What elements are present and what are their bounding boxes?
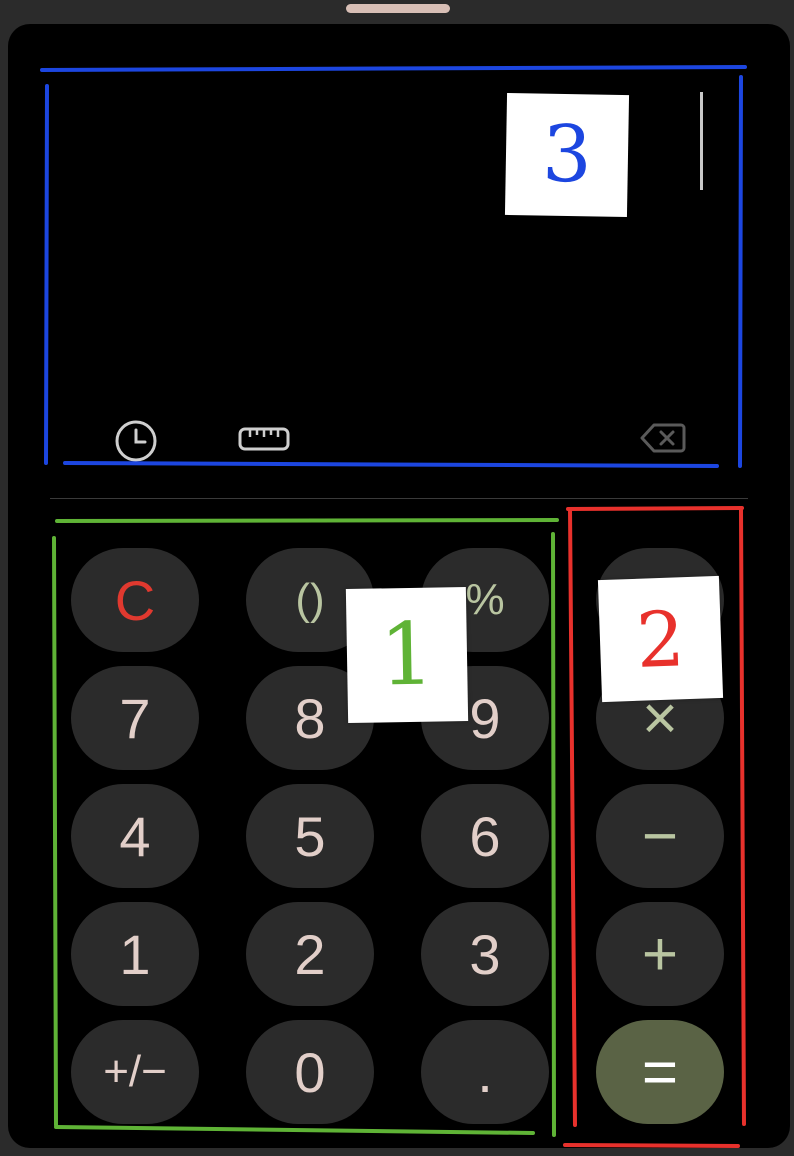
annotation-label-1: 1 <box>345 586 469 724</box>
digit-7-button[interactable]: 7 <box>71 666 199 770</box>
subtract-button[interactable]: − <box>596 784 724 888</box>
equals-button[interactable]: = <box>596 1020 724 1124</box>
sign-toggle-button[interactable]: +/− <box>71 1020 199 1124</box>
clock-icon <box>115 420 157 462</box>
add-button[interactable]: + <box>596 902 724 1006</box>
annotation-label-2: 2 <box>597 575 724 703</box>
display-divider <box>50 498 748 499</box>
clear-button[interactable]: C <box>71 548 199 652</box>
digit-2-button[interactable]: 2 <box>246 902 374 1006</box>
digit-5-button[interactable]: 5 <box>246 784 374 888</box>
annotation-label-3-text: 3 <box>541 109 593 201</box>
digit-3-button[interactable]: 3 <box>421 902 549 1006</box>
window-drag-handle[interactable] <box>346 4 450 13</box>
decimal-button[interactable]: . <box>421 1020 549 1124</box>
digit-0-button[interactable]: 0 <box>246 1020 374 1124</box>
history-button[interactable] <box>112 417 160 465</box>
annotation-label-1-text: 1 <box>378 604 436 706</box>
text-cursor <box>700 92 703 190</box>
unit-converter-button[interactable] <box>236 422 292 456</box>
annotation-label-3: 3 <box>504 92 630 218</box>
ruler-icon <box>238 427 290 451</box>
digit-6-button[interactable]: 6 <box>421 784 549 888</box>
backspace-button[interactable] <box>638 420 688 456</box>
digit-4-button[interactable]: 4 <box>71 784 199 888</box>
annotation-label-2-text: 2 <box>634 593 687 685</box>
digit-1-button[interactable]: 1 <box>71 902 199 1006</box>
backspace-icon <box>640 423 686 453</box>
